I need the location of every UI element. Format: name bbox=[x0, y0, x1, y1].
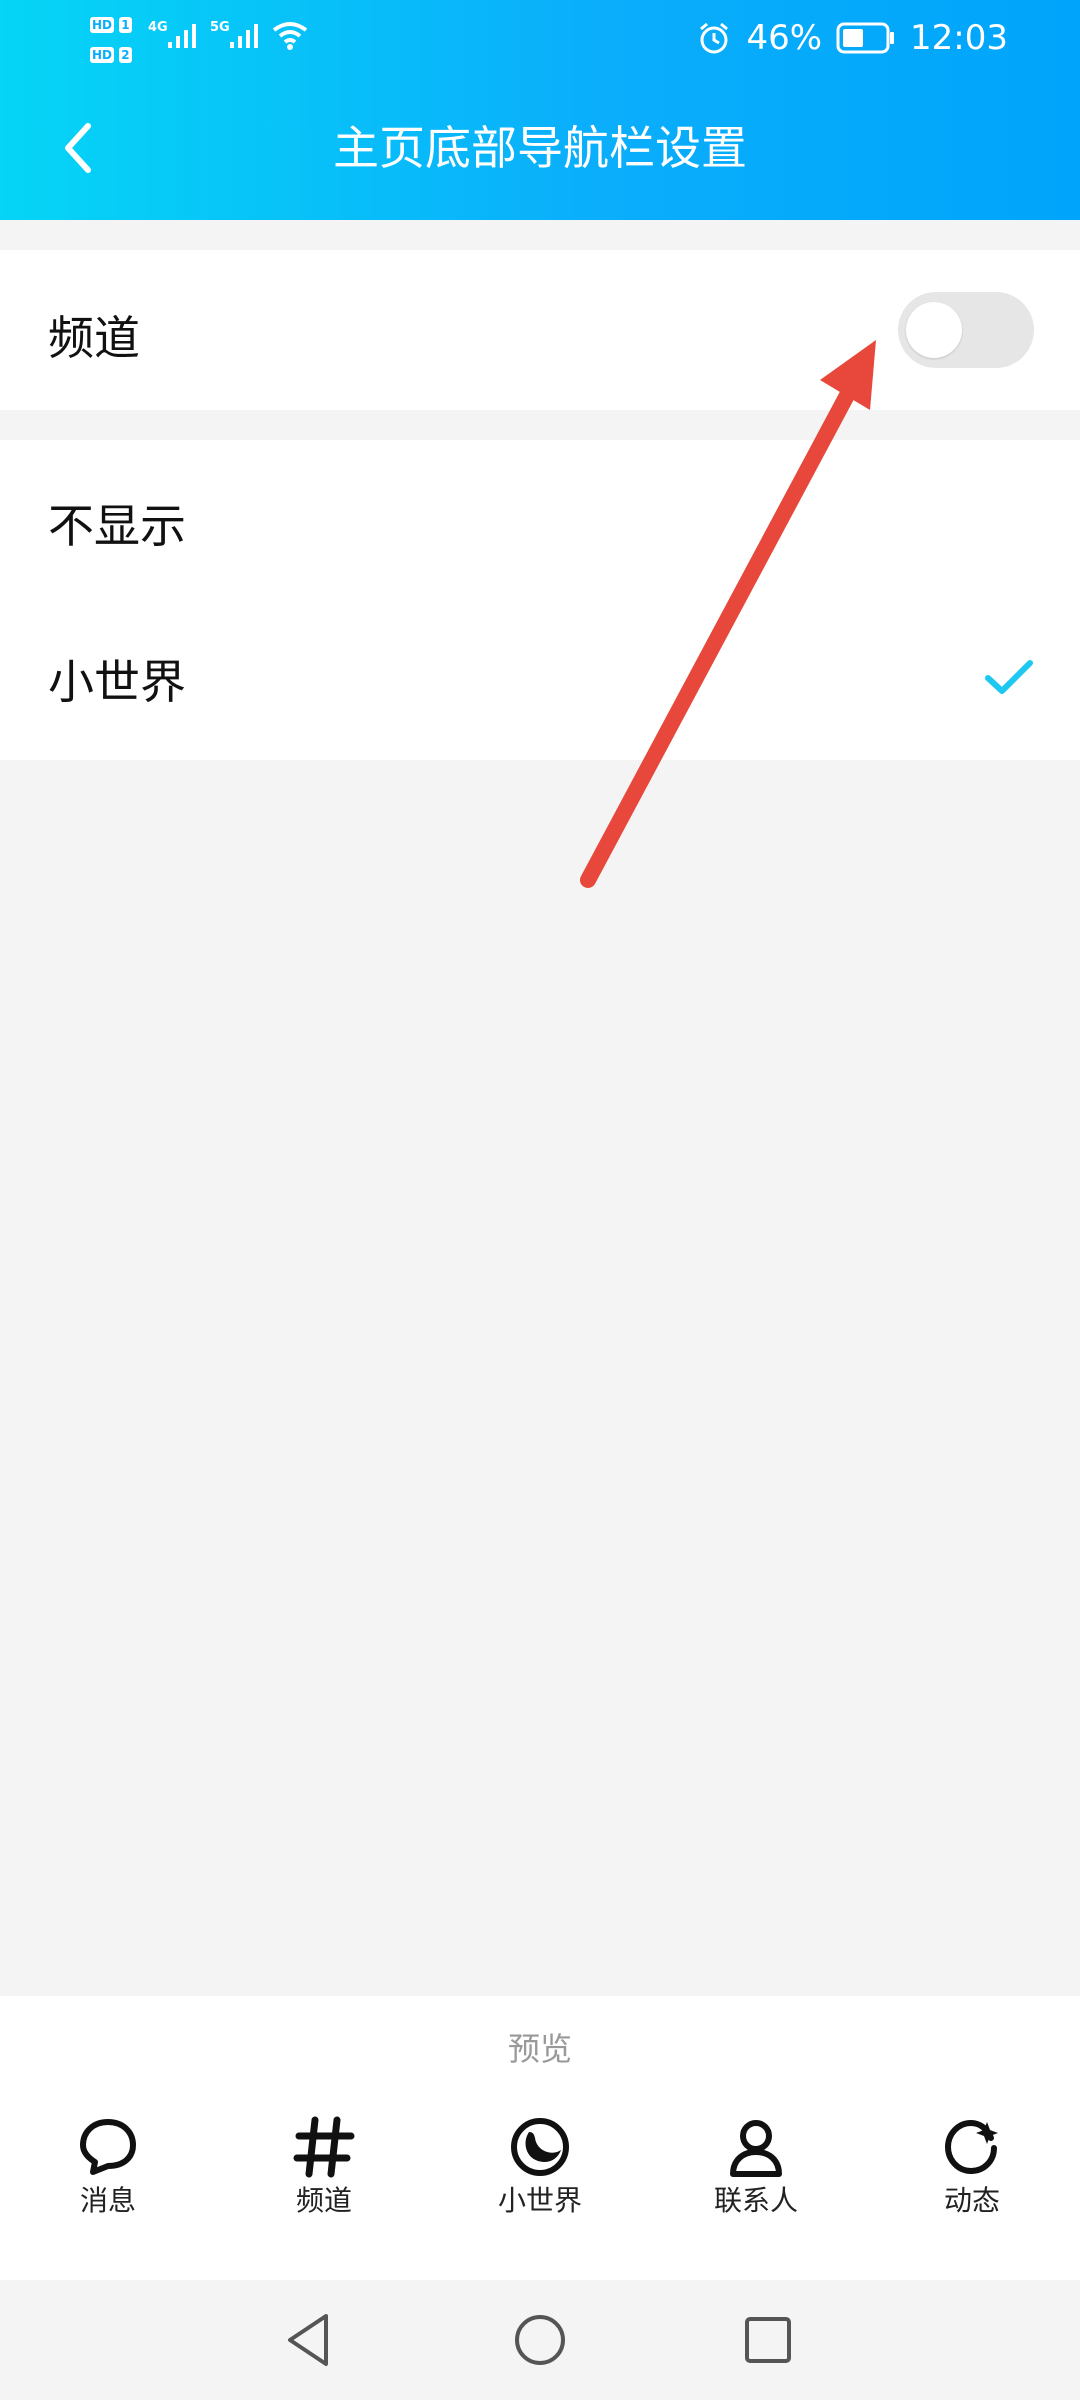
moon-circle-icon bbox=[511, 2118, 569, 2176]
toggle-knob bbox=[906, 302, 962, 358]
nav-item-small-world[interactable]: 小世界 bbox=[460, 2116, 620, 2218]
nav-label-moments: 动态 bbox=[943, 2184, 1000, 2217]
back-triangle-icon[interactable] bbox=[280, 2310, 340, 2370]
nav-label-contacts: 联系人 bbox=[713, 2184, 798, 2217]
nav-item-contacts[interactable]: 联系人 bbox=[676, 2116, 836, 2218]
header-bar: HD 1 HD 2 4G 5G 46% 12:03 主页底部导航栏设置 bbox=[0, 0, 1080, 220]
option-hide-label: 不显示 bbox=[48, 499, 186, 553]
preview-label: 预览 bbox=[507, 2030, 572, 2068]
option-hide[interactable]: 不显示 bbox=[0, 440, 1080, 600]
channel-toggle-row: 频道 bbox=[0, 250, 1080, 410]
network1-label: 4G bbox=[148, 20, 168, 35]
option-small-world[interactable]: 小世界 bbox=[0, 600, 1080, 760]
status-time: 12:03 bbox=[910, 18, 1008, 58]
nav-item-messages[interactable]: 消息 bbox=[28, 2116, 188, 2218]
battery-percent: 46% bbox=[746, 18, 823, 58]
channel-row-label: 频道 bbox=[48, 311, 140, 365]
refresh-star-icon bbox=[944, 2119, 998, 2175]
signal-icon-2 bbox=[230, 24, 258, 48]
battery-icon bbox=[836, 22, 895, 54]
preview-panel: 预览 消息 频道 小世界 联系人 动态 bbox=[0, 1996, 1080, 2280]
nav-item-moments[interactable]: 动态 bbox=[892, 2116, 1052, 2218]
hash-icon bbox=[293, 2116, 355, 2178]
checkmark-icon bbox=[985, 660, 1033, 694]
system-nav-bar bbox=[0, 2280, 1080, 2400]
person-icon bbox=[730, 2120, 782, 2177]
nav-label-small-world: 小世界 bbox=[497, 2184, 582, 2217]
nav-label-messages: 消息 bbox=[79, 2184, 136, 2217]
sim1-badge: HD 1 bbox=[90, 17, 132, 33]
recents-square-icon[interactable] bbox=[738, 2310, 798, 2370]
signal-icon bbox=[168, 24, 196, 48]
wifi-icon bbox=[272, 22, 308, 50]
page-title: 主页底部导航栏设置 bbox=[333, 121, 747, 175]
channel-toggle[interactable] bbox=[898, 292, 1034, 368]
alarm-icon bbox=[700, 22, 729, 54]
status-bar-right: 46% 12:03 bbox=[696, 16, 1008, 60]
option-small-world-label: 小世界 bbox=[48, 655, 186, 709]
message-bubble-icon bbox=[80, 2119, 136, 2175]
home-circle-icon[interactable] bbox=[510, 2310, 570, 2370]
network2-label: 5G bbox=[210, 20, 230, 35]
option-list: 不显示 小世界 bbox=[0, 440, 1080, 760]
nav-label-channel: 频道 bbox=[295, 2184, 352, 2217]
nav-item-channel[interactable]: 频道 bbox=[244, 2116, 404, 2218]
sim2-badge: HD 2 bbox=[90, 47, 132, 63]
